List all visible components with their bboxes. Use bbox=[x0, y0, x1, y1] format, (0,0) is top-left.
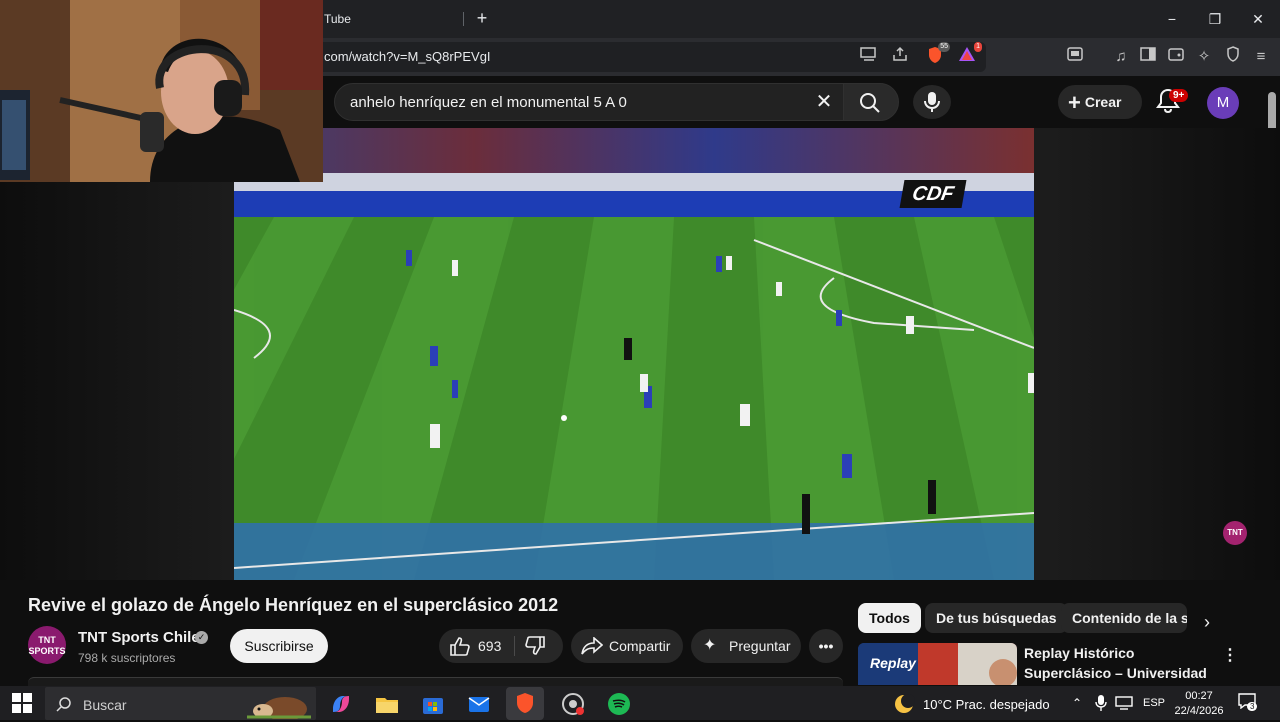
replay-label: Replay bbox=[870, 655, 916, 671]
spotify-icon[interactable] bbox=[606, 691, 632, 717]
ask-button[interactable]: ✦ Preguntar bbox=[691, 629, 801, 663]
menu-icon[interactable]: ≡ bbox=[1250, 46, 1272, 68]
outlook-mail-icon[interactable] bbox=[466, 691, 492, 717]
clock[interactable]: 00:27 22/4/2026 bbox=[1174, 689, 1224, 719]
microsoft-store-icon[interactable] bbox=[420, 691, 446, 717]
create-button[interactable]: + Crear bbox=[1058, 85, 1142, 119]
chevron-right-icon[interactable]: › bbox=[1204, 612, 1210, 633]
dislike-button[interactable] bbox=[524, 636, 546, 661]
clock-time: 00:27 bbox=[1185, 690, 1213, 702]
chip-contenido[interactable]: Contenido de la ser bbox=[1061, 603, 1187, 633]
taskbar-search-placeholder[interactable]: Buscar bbox=[83, 697, 127, 713]
create-label: Crear bbox=[1084, 94, 1122, 110]
copilot-icon[interactable] bbox=[328, 691, 354, 717]
weather-text[interactable]: 10°C Prac. despejado bbox=[923, 697, 1050, 712]
tray-chevron-up-icon[interactable]: ⌃ bbox=[1072, 696, 1082, 710]
video-title: Revive el golazo de Ángelo Henríquez en … bbox=[28, 595, 559, 615]
maximize-button[interactable]: ❐ bbox=[1195, 6, 1235, 32]
verified-check-icon: ✓ bbox=[195, 631, 208, 644]
microphone-tray-icon[interactable] bbox=[1095, 694, 1107, 717]
share-button[interactable]: Compartir bbox=[571, 629, 683, 663]
chip-todos[interactable]: Todos bbox=[858, 603, 921, 633]
search-query-text[interactable]: anhelo henríquez en el monumental 5 A 0 bbox=[350, 94, 627, 111]
leo-ai-icon[interactable]: ✧ bbox=[1193, 46, 1215, 68]
close-window-button[interactable]: ✕ bbox=[1238, 6, 1278, 32]
network-icon[interactable] bbox=[1115, 696, 1133, 715]
sidebar-toggle-icon[interactable] bbox=[1137, 46, 1159, 68]
share-page-icon[interactable] bbox=[889, 46, 911, 68]
subscribe-button[interactable]: Suscribirse bbox=[230, 629, 328, 663]
hedgehog-illustration-icon bbox=[247, 697, 311, 719]
windows-start-icon[interactable] bbox=[12, 693, 32, 713]
weather-moon-icon[interactable] bbox=[892, 692, 916, 721]
subscriber-count: 798 k suscriptores bbox=[78, 651, 176, 665]
like-dislike-divider bbox=[514, 636, 515, 656]
file-explorer-icon[interactable] bbox=[374, 691, 400, 717]
share-label: Compartir bbox=[609, 638, 671, 654]
share-arrow-icon bbox=[581, 637, 603, 655]
minimize-button[interactable]: − bbox=[1152, 6, 1192, 32]
search-icon bbox=[56, 697, 71, 712]
obs-studio-icon[interactable] bbox=[560, 691, 586, 717]
recommendation-thumbnail[interactable]: Replay bbox=[858, 643, 1017, 685]
url-text[interactable]: com/watch?v=M_sQ8rPEVgI bbox=[324, 49, 491, 64]
tab-divider bbox=[463, 12, 464, 26]
notification-center-icon[interactable]: 3 bbox=[1238, 693, 1260, 715]
rewards-badge: 1 bbox=[974, 42, 982, 52]
clock-date: 22/4/2026 bbox=[1174, 705, 1224, 717]
tnt-sports-watermark: TNT bbox=[1218, 520, 1252, 560]
search-button[interactable] bbox=[843, 83, 899, 121]
search-icon bbox=[860, 93, 880, 113]
shield-badge: 55 bbox=[938, 42, 950, 52]
more-actions-button[interactable]: ••• bbox=[809, 629, 843, 663]
voice-search-button[interactable] bbox=[913, 85, 951, 119]
sparkle-icon: ✦ bbox=[703, 637, 717, 654]
chip-de-tus-busquedas[interactable]: De tus búsquedas bbox=[925, 603, 1068, 633]
browser-tab[interactable]: Tube bbox=[318, 6, 468, 34]
thumbs-up-icon bbox=[450, 637, 470, 656]
plus-icon: + bbox=[1068, 90, 1081, 115]
new-tab-button[interactable]: + bbox=[472, 6, 492, 30]
notifications-badge: 9+ bbox=[1169, 89, 1189, 102]
media-music-icon[interactable]: ♫ bbox=[1110, 46, 1132, 68]
thumbs-down-icon bbox=[525, 636, 545, 655]
svg-text:TNT: TNT bbox=[1227, 528, 1243, 537]
microphone-icon bbox=[924, 92, 940, 112]
channel-avatar[interactable]: TNT SPORTS bbox=[28, 626, 66, 664]
vpn-shield-icon[interactable] bbox=[1222, 46, 1244, 68]
cdf-logo: CDF bbox=[899, 180, 967, 208]
brave-shield-icon[interactable]: 55 bbox=[924, 42, 950, 68]
brave-browser-taskbar-icon[interactable] bbox=[506, 687, 544, 720]
recommendation-menu-icon[interactable]: ⋮ bbox=[1222, 645, 1238, 665]
account-avatar[interactable]: M bbox=[1207, 87, 1239, 119]
like-count: 693 bbox=[478, 638, 502, 654]
clear-search-icon[interactable]: ✕ bbox=[812, 90, 836, 114]
ask-label: Preguntar bbox=[729, 638, 791, 654]
notification-count: 3 bbox=[1247, 702, 1258, 711]
cast-icon[interactable] bbox=[858, 46, 880, 68]
sidebar-panel-icon[interactable] bbox=[1064, 46, 1086, 68]
language-indicator[interactable]: ESP bbox=[1143, 697, 1165, 709]
webcam-overlay bbox=[0, 0, 323, 182]
brave-rewards-icon[interactable]: 1 bbox=[956, 42, 982, 68]
channel-name[interactable]: TNT Sports Chile bbox=[78, 629, 200, 646]
wallet-icon[interactable] bbox=[1165, 46, 1187, 68]
